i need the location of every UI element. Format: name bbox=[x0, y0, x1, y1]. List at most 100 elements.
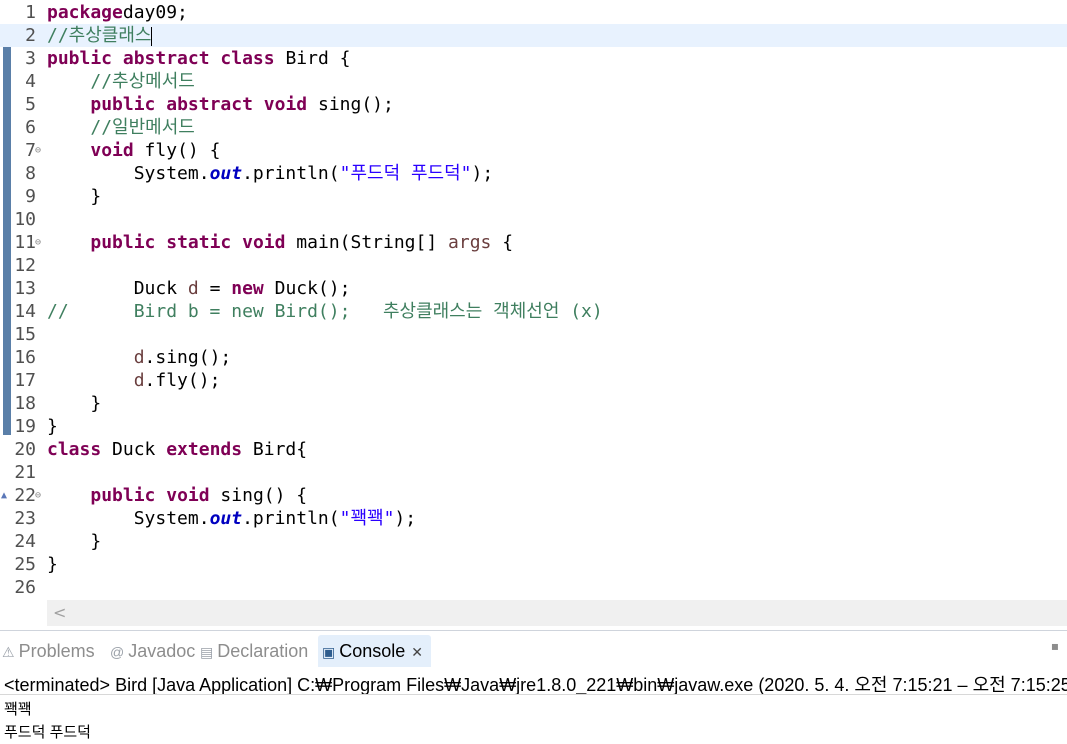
code-line[interactable]: 22 ▲ ⊖ public void sing() { bbox=[0, 484, 1067, 507]
code-line[interactable]: 24 } bbox=[0, 530, 1067, 553]
code-line[interactable]: 4 //추상메서드 bbox=[0, 70, 1067, 93]
code-token: abstract bbox=[166, 94, 253, 115]
code-line[interactable]: 17 d.fly(); bbox=[0, 369, 1067, 392]
code-line[interactable]: 11 ⊖ public static void main(String[] arg… bbox=[0, 231, 1067, 254]
fold-toggle-icon[interactable]: ⊖ bbox=[35, 139, 41, 162]
tab-label: Javadoc bbox=[128, 641, 196, 661]
code-token: sing(); bbox=[307, 94, 394, 115]
code-text: public abstract class Bird { bbox=[47, 47, 350, 70]
code-token: static bbox=[166, 232, 232, 253]
line-number: 16 bbox=[14, 347, 36, 368]
code-line[interactable]: 14 // Bird b = new Bird(); 추상클래스는 객체선언 (x… bbox=[0, 300, 1067, 323]
code-line[interactable]: 18 } bbox=[0, 392, 1067, 415]
code-editor[interactable]: 1 packageday09; 2 //추상클래스 3 public abstract c… bbox=[0, 0, 1067, 626]
code-line[interactable]: 15 bbox=[0, 323, 1067, 346]
code-token: public bbox=[90, 94, 156, 115]
code-token: Bird{ bbox=[242, 439, 308, 460]
scroll-left-icon[interactable]: < bbox=[53, 600, 66, 626]
line-number: 10 bbox=[14, 209, 36, 230]
console-output-line: 푸드덕 푸드덕 bbox=[4, 724, 91, 741]
code-token: } bbox=[47, 531, 102, 552]
tab-problems[interactable]: ⚠ Problems bbox=[2, 635, 95, 667]
code-line[interactable]: 20 class Duck extends Bird{ bbox=[0, 438, 1067, 461]
code-token: "꽥꽥" bbox=[339, 508, 395, 529]
code-token: d bbox=[133, 347, 145, 368]
close-icon[interactable]: ✕ bbox=[411, 644, 423, 660]
code-line[interactable]: 5 public abstract void sing(); bbox=[0, 93, 1067, 116]
override-marker-icon[interactable]: ▲ bbox=[1, 484, 7, 507]
code-token: out bbox=[209, 508, 243, 529]
code-line[interactable]: 6 //일반메서드 bbox=[0, 116, 1067, 139]
code-token: args bbox=[448, 232, 492, 253]
code-text: } bbox=[47, 185, 101, 208]
code-line[interactable]: 16 d.sing(); bbox=[0, 346, 1067, 369]
tab-console[interactable]: ▣ Console ✕ bbox=[318, 635, 432, 667]
current-line[interactable]: 2 //추상클래스 bbox=[0, 24, 1067, 47]
code-line[interactable]: 1 packageday09; bbox=[0, 1, 1067, 24]
code-line[interactable]: 8 System.out.println("푸드덕 푸드덕"); bbox=[0, 162, 1067, 185]
code-line[interactable]: 9 } bbox=[0, 185, 1067, 208]
console-output-line: 꽥꽥 bbox=[4, 701, 32, 718]
code-line[interactable]: 7 ⊖ void fly() { bbox=[0, 139, 1067, 162]
code-token: .println( bbox=[242, 163, 340, 184]
code-text: } bbox=[47, 553, 58, 576]
code-token: System. bbox=[47, 508, 210, 529]
code-line[interactable]: 12 bbox=[0, 254, 1067, 277]
javadoc-icon: @ bbox=[110, 644, 125, 660]
code-token: d bbox=[187, 278, 199, 299]
code-token: .fly(); bbox=[144, 370, 221, 391]
tab-label: Declaration bbox=[217, 641, 309, 661]
code-line[interactable]: 13 Duck d = new Duck(); bbox=[0, 277, 1067, 300]
code-token: } bbox=[47, 393, 102, 414]
line-number: 25 bbox=[14, 554, 36, 575]
code-line[interactable]: 10 bbox=[0, 208, 1067, 231]
code-text: d.fly(); bbox=[47, 369, 221, 392]
code-token: ); bbox=[394, 508, 417, 529]
declaration-icon: ▤ bbox=[200, 644, 214, 660]
code-token: .println( bbox=[242, 508, 340, 529]
line-number: 3 bbox=[25, 48, 36, 69]
minimize-icon[interactable]: ▪ bbox=[1051, 639, 1059, 653]
fold-toggle-icon[interactable]: ⊖ bbox=[35, 231, 41, 254]
line-number: 24 bbox=[14, 531, 36, 552]
code-token: public bbox=[90, 485, 156, 506]
horizontal-scrollbar[interactable]: < bbox=[47, 600, 1067, 626]
tab-javadoc[interactable]: @ Javadoc bbox=[110, 635, 195, 667]
line-number: 21 bbox=[14, 462, 36, 483]
tab-declaration[interactable]: ▤ Declaration bbox=[200, 635, 308, 667]
problems-icon: ⚠ bbox=[2, 644, 15, 660]
code-text: } bbox=[47, 530, 101, 553]
code-text: Duck d = new Duck(); bbox=[47, 277, 351, 300]
code-token: public bbox=[47, 48, 113, 69]
code-line[interactable]: 21 bbox=[0, 461, 1067, 484]
code-line[interactable]: 26 bbox=[0, 576, 1067, 599]
code-token: Duck bbox=[47, 278, 188, 299]
line-number: 20 bbox=[14, 439, 36, 460]
console-icon: ▣ bbox=[322, 644, 336, 660]
code-token: extends bbox=[166, 439, 243, 460]
view-tab-bar: ⚠ Problems @ Javadoc ▤ Declaration ▣ Console… bbox=[0, 631, 1067, 667]
code-line[interactable]: 3 public abstract class Bird { bbox=[0, 47, 1067, 70]
code-line[interactable]: 25} bbox=[0, 553, 1067, 576]
code-line[interactable]: 19} bbox=[0, 415, 1067, 438]
code-text: void fly() { bbox=[47, 139, 220, 162]
code-token: public bbox=[90, 232, 156, 253]
code-text: //일반메서드 bbox=[47, 116, 194, 139]
code-line[interactable]: 23 System.out.println("꽥꽥"); bbox=[0, 507, 1067, 530]
fold-toggle-icon[interactable]: ⊖ bbox=[35, 484, 41, 507]
code-token: day09; bbox=[122, 2, 188, 23]
code-token: d bbox=[133, 370, 145, 391]
line-number: 2 bbox=[25, 25, 36, 46]
code-token: { bbox=[491, 232, 514, 253]
code-token: void bbox=[166, 485, 210, 506]
